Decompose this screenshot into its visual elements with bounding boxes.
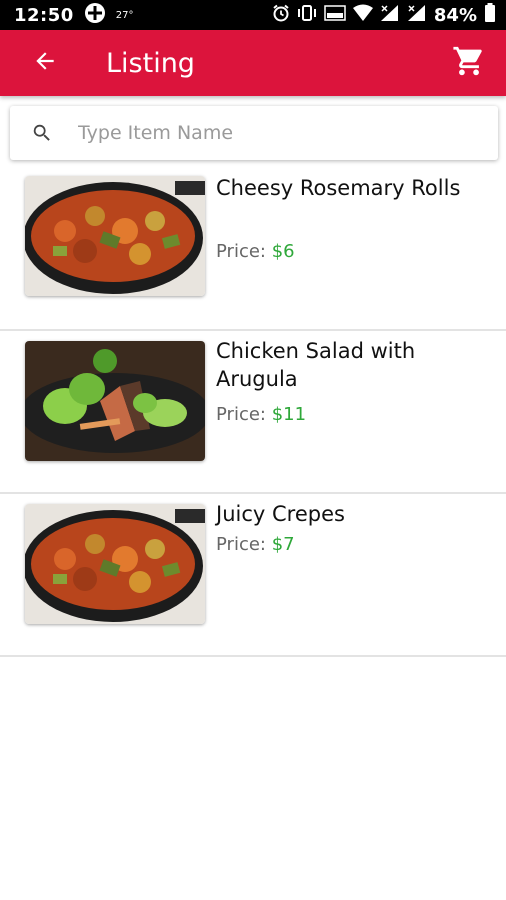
volte-icon bbox=[324, 4, 346, 26]
item-list: Cheesy Rosemary Rolls Price: $6 Chicken … bbox=[0, 168, 506, 657]
price-value: $6 bbox=[271, 241, 295, 262]
curry-dish-image bbox=[25, 176, 205, 296]
item-name: Chicken Salad with Arugula bbox=[216, 339, 416, 391]
curry-dish-image bbox=[25, 504, 205, 624]
price-label: Price: bbox=[216, 241, 266, 262]
price-value: $7 bbox=[271, 534, 295, 555]
game-controller-icon bbox=[84, 2, 106, 28]
item-image bbox=[25, 504, 205, 624]
status-bar: 12:50 27° 84% bbox=[0, 0, 506, 30]
shopping-cart-icon bbox=[452, 44, 486, 82]
status-time: 12:50 bbox=[14, 4, 74, 26]
item-price: Price: $11 bbox=[216, 404, 306, 425]
signal-icon-2 bbox=[407, 4, 427, 26]
list-item[interactable]: Chicken Salad with Arugula Price: $11 bbox=[0, 331, 506, 494]
back-button[interactable] bbox=[20, 38, 70, 88]
item-price: Price: $6 bbox=[216, 241, 295, 262]
item-name: Cheesy Rosemary Rolls bbox=[216, 176, 461, 200]
vibrate-icon bbox=[297, 4, 317, 26]
price-label: Price: bbox=[216, 404, 266, 425]
wifi-icon bbox=[352, 4, 373, 26]
app-bar: Listing bbox=[0, 30, 506, 96]
list-item[interactable]: Juicy Crepes Price: $7 bbox=[0, 494, 506, 657]
item-image bbox=[25, 176, 205, 296]
signal-icon bbox=[380, 4, 400, 26]
cart-button[interactable] bbox=[444, 38, 494, 88]
item-image bbox=[25, 341, 205, 461]
search-bar bbox=[10, 106, 498, 160]
search-icon bbox=[30, 121, 54, 145]
search-input[interactable] bbox=[76, 121, 480, 145]
status-temperature: 27° bbox=[115, 9, 134, 21]
list-item[interactable]: Cheesy Rosemary Rolls Price: $6 bbox=[0, 168, 506, 331]
alarm-icon bbox=[272, 4, 290, 26]
item-price: Price: $7 bbox=[216, 534, 295, 555]
price-label: Price: bbox=[216, 534, 266, 555]
battery-percent: 84% bbox=[433, 4, 477, 26]
item-name: Juicy Crepes bbox=[216, 502, 345, 526]
price-value: $11 bbox=[271, 404, 307, 425]
battery-icon bbox=[484, 3, 496, 27]
arrow-left-icon bbox=[32, 48, 58, 78]
page-title: Listing bbox=[106, 47, 195, 79]
salad-dish-image bbox=[25, 341, 205, 461]
